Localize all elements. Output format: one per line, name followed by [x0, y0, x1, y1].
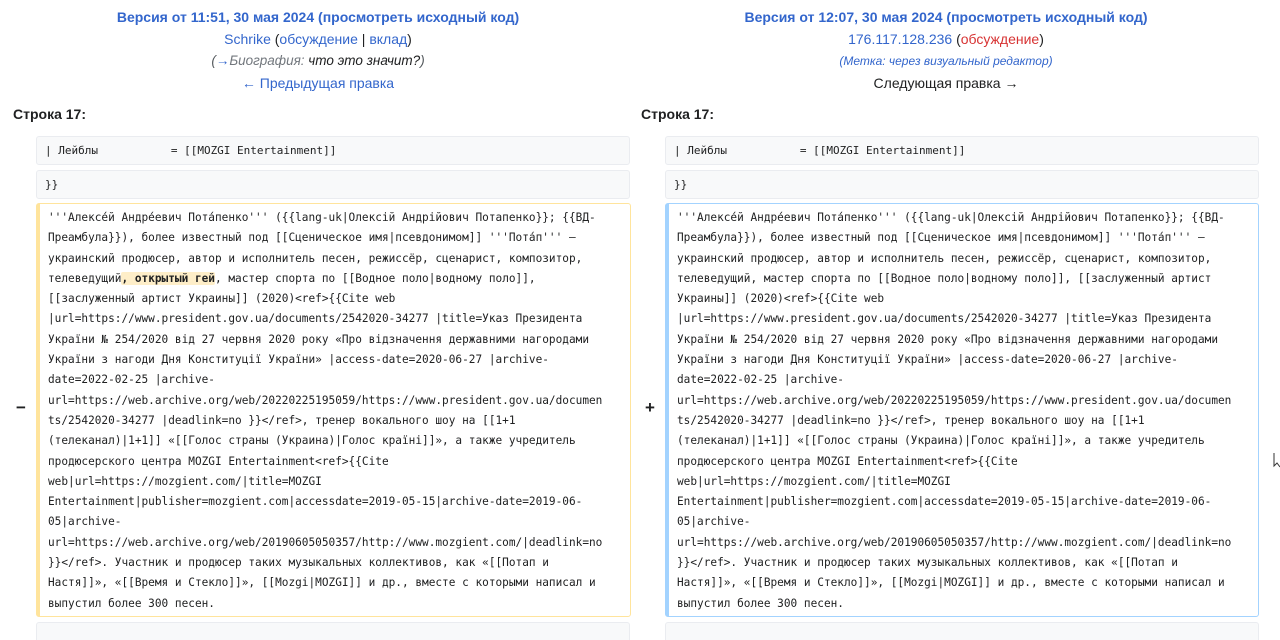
summary-section: Биография: [229, 53, 305, 68]
new-line-number: Строка 17: [641, 106, 714, 122]
old-line-number: Строка 17: [13, 106, 86, 122]
new-view-source-link[interactable]: (просмотреть исходный код) [946, 9, 1147, 25]
text-cursor-icon [1273, 453, 1280, 468]
summary-paren-close: ) [420, 53, 425, 68]
old-user-link[interactable]: Schrike [224, 31, 271, 47]
old-revision-user: Schrike (обсуждение | вклад) [0, 28, 636, 50]
old-revision-link[interactable]: Версия от 11:51, 30 мая 2024 [117, 9, 314, 25]
added-line: '''Алексе́й Андре́евич Пота́пенко''' ({{… [665, 203, 1259, 617]
new-revision-link[interactable]: Версия от 12:07, 30 мая 2024 [744, 9, 942, 25]
old-context-line-2: }} [36, 170, 630, 199]
new-context-line-1: | Лейблы = [[MOZGI Entertainment]] [665, 136, 1259, 165]
old-context-line-3 [36, 622, 630, 640]
new-revision-header: Версия от 12:07, 30 мая 2024 (просмотрет… [626, 6, 1266, 94]
added-line-marker: + [645, 398, 655, 417]
deleted-highlight: , открытый гей [121, 271, 215, 285]
old-revision-title: Версия от 11:51, 30 мая 2024 (просмотрет… [0, 6, 636, 28]
summary-section-arrow[interactable]: → [216, 53, 230, 68]
old-user-contribs-link[interactable]: вклад [369, 31, 407, 47]
old-user-paren-close: ) [407, 31, 412, 47]
deleted-line-marker: − [16, 398, 26, 417]
old-edit-summary: (→Биография: что это значит?) [0, 50, 636, 72]
old-view-source-link[interactable]: (просмотреть исходный код) [318, 9, 519, 25]
new-user-paren-close: ) [1039, 31, 1044, 47]
next-edit-link[interactable]: Следующая правка → [874, 75, 1019, 91]
new-context-line-3 [665, 622, 1259, 640]
new-context-line-2: }} [665, 170, 1259, 199]
old-user-separator: | [357, 31, 370, 47]
new-user-talk-link[interactable]: обсуждение [961, 31, 1039, 47]
new-revision-title: Версия от 12:07, 30 мая 2024 (просмотрет… [626, 6, 1266, 28]
new-revision-user: 176.117.128.236 (обсуждение) [626, 28, 1266, 50]
summary-text: что это значит? [304, 53, 421, 68]
new-user-ip-link[interactable]: 176.117.128.236 [848, 31, 952, 47]
new-user-paren-open: ( [952, 31, 961, 47]
deleted-text-after: , мастер спорта по [[Водное поло|водному… [48, 271, 603, 610]
old-revision-header: Версия от 11:51, 30 мая 2024 (просмотрет… [0, 6, 636, 94]
old-context-line-1: | Лейблы = [[MOZGI Entertainment]] [36, 136, 630, 165]
old-user-talk-link[interactable]: обсуждение [279, 31, 357, 47]
deleted-line: '''Алексе́й Андре́евич Пота́пенко''' ({{… [36, 203, 631, 617]
added-text: '''Алексе́й Андре́евич Пота́пенко''' ({{… [677, 211, 1232, 610]
previous-edit-link[interactable]: ← Предыдущая правка [242, 75, 394, 91]
edit-tags[interactable]: (Метка: через визуальный редактор) [626, 50, 1266, 72]
